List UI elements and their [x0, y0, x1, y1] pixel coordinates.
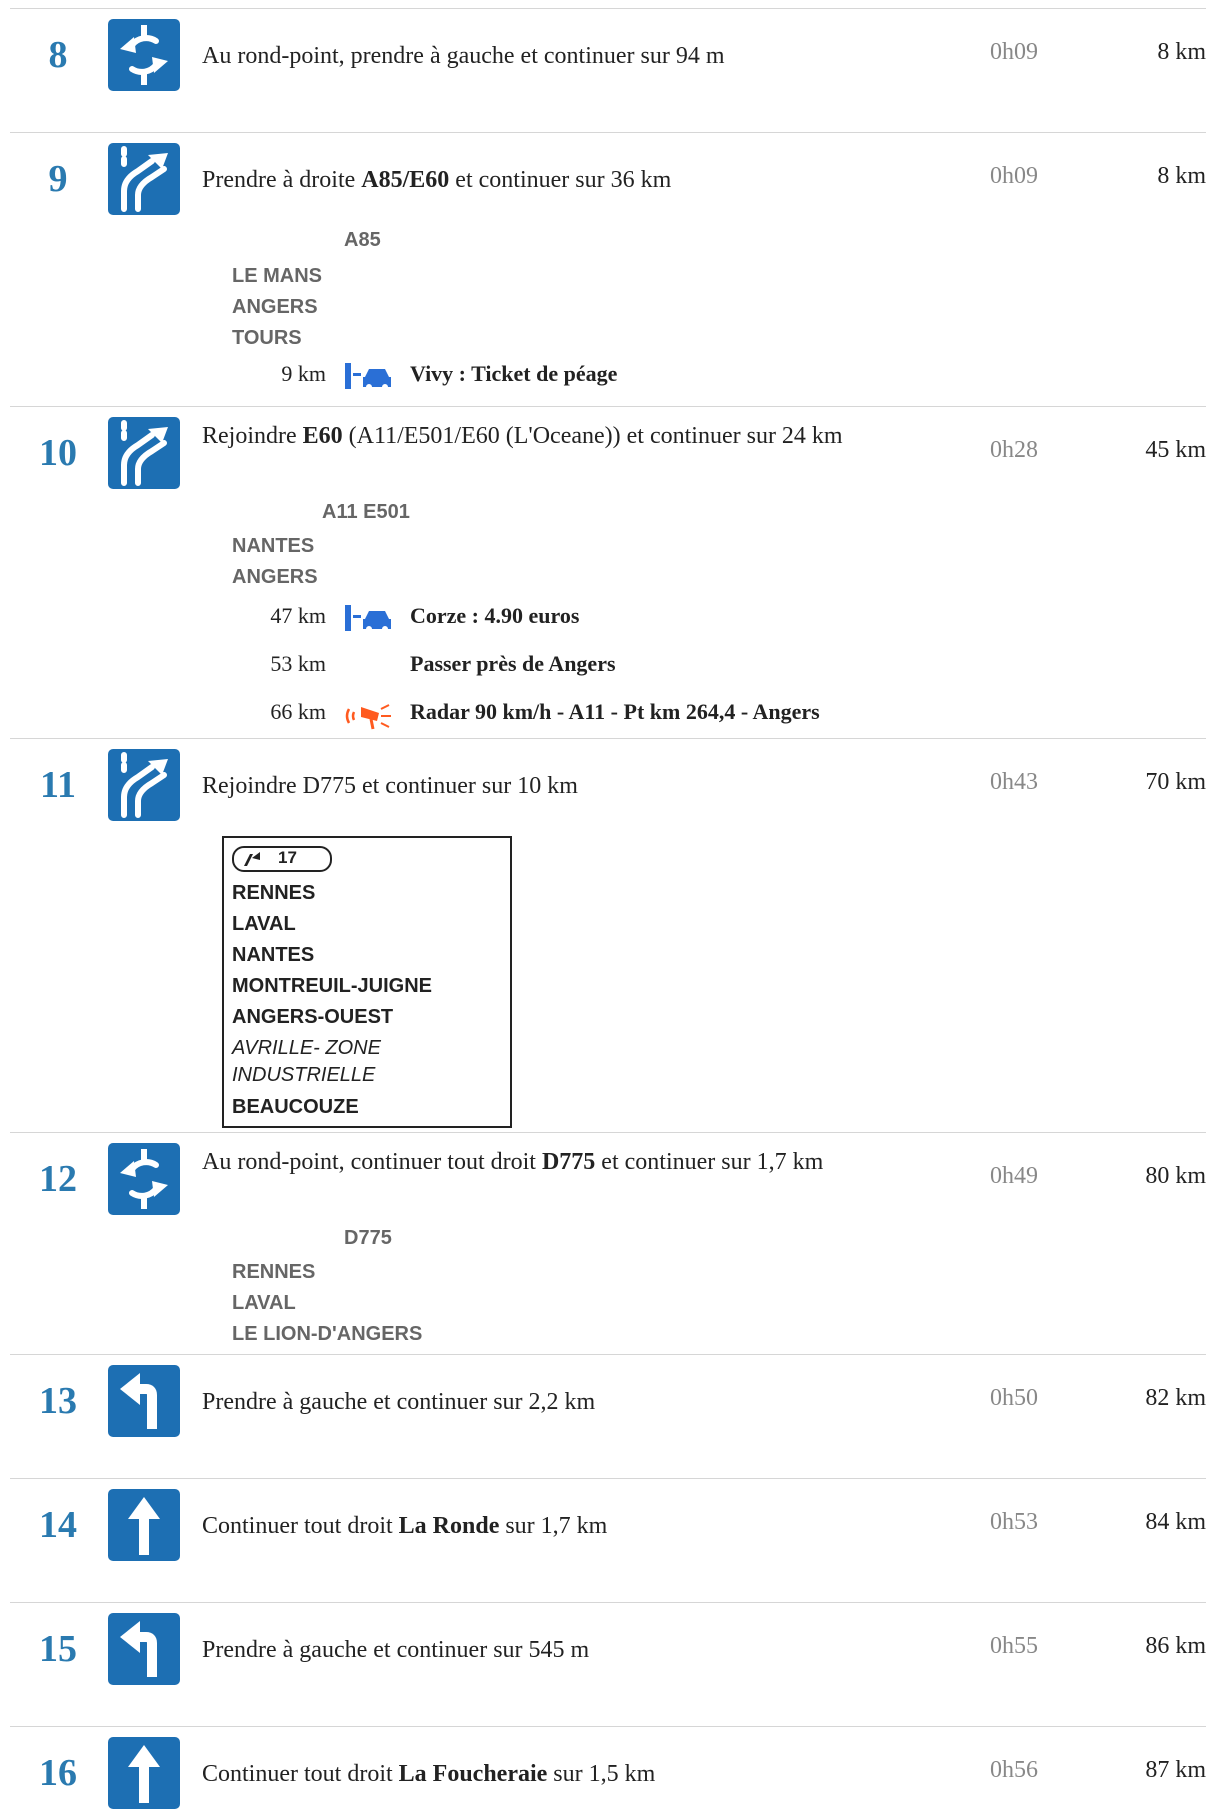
step-number: 13	[39, 1380, 77, 1422]
waypoint-text: Vivy : Ticket de péage	[410, 361, 618, 386]
roundabout-icon	[108, 1143, 180, 1215]
step-number: 15	[39, 1628, 77, 1670]
sign-destination: AVRILLE- ZONE	[232, 1037, 381, 1059]
turn-left-icon	[108, 1365, 180, 1437]
step-row: 10 Rejoindre E60 (A11/E501/E60 (L'Oceane…	[10, 406, 1206, 739]
step-instruction: Prendre à gauche et continuer sur 2,2 km	[202, 1389, 596, 1415]
step-number: 8	[48, 34, 68, 76]
sign-destination: ANGERS-OUEST	[232, 1006, 394, 1028]
step-instruction: Continuer tout droit La Ronde sur 1,7 km	[202, 1513, 608, 1539]
waypoint-km: 53 km	[270, 651, 326, 676]
step-instruction: Rejoindre E60 (A11/E501/E60 (L'Oceane)) …	[202, 423, 843, 449]
toll-icon	[343, 361, 397, 397]
step-time: 0h28	[990, 437, 1038, 463]
step-distance: 45 km	[1145, 437, 1206, 463]
waypoint-text: Radar 90 km/h - A11 - Pt km 264,4 - Ange…	[410, 699, 820, 724]
exit-number: 17	[278, 848, 297, 867]
step-time: 0h09	[990, 39, 1038, 65]
step-distance: 8 km	[1157, 163, 1206, 189]
step-distance: 84 km	[1145, 1509, 1206, 1535]
step-number: 12	[39, 1158, 77, 1200]
step-time: 0h49	[990, 1163, 1038, 1189]
step-row: 14 Continuer tout droit La Ronde sur 1,7…	[10, 1478, 1206, 1603]
sign-destination: INDUSTRIELLE	[232, 1064, 376, 1086]
step-instruction: Continuer tout droit La Foucheraie sur 1…	[202, 1761, 656, 1787]
roundabout-icon	[108, 19, 180, 91]
step-time: 0h56	[990, 1757, 1038, 1783]
step-row: 12 Au rond-point, continuer tout droit D…	[10, 1132, 1206, 1355]
step-instruction: Au rond-point, prendre à gauche et conti…	[202, 43, 725, 69]
step-instruction: Rejoindre D775 et continuer sur 10 km	[202, 773, 578, 799]
step-time: 0h50	[990, 1385, 1038, 1411]
step-instruction: Prendre à gauche et continuer sur 545 m	[202, 1637, 590, 1663]
step-time: 0h43	[990, 769, 1038, 795]
sign-destination: TOURS	[232, 327, 302, 349]
step-number: 16	[39, 1752, 77, 1794]
keep-right-icon	[108, 749, 180, 821]
exit-number-badge: 17	[232, 846, 332, 872]
exit-sign: 17 RENNES LAVAL NANTES MONTREUIL-JUIGNE …	[222, 836, 512, 1128]
sign-destination: LE LION-D'ANGERS	[232, 1323, 423, 1345]
sign-road: D775	[344, 1227, 392, 1249]
waypoint-km: 47 km	[270, 603, 326, 628]
sign-destination: NANTES	[232, 535, 315, 557]
straight-arrow-icon	[108, 1489, 180, 1561]
step-number: 10	[39, 432, 77, 474]
step-number: 14	[39, 1504, 77, 1546]
step-time: 0h53	[990, 1509, 1038, 1535]
waypoint-km: 66 km	[270, 699, 326, 724]
sign-destination: ANGERS	[232, 296, 318, 318]
step-number: 9	[48, 158, 68, 200]
step-instruction: Prendre à droite A85/E60 et continuer su…	[202, 167, 672, 193]
sign-destination: LAVAL	[232, 913, 296, 935]
step-distance: 82 km	[1145, 1385, 1206, 1411]
keep-right-icon	[108, 417, 180, 489]
waypoint-text: Passer près de Angers	[410, 651, 616, 676]
sign-destination: MONTREUIL-JUIGNE	[232, 975, 432, 997]
step-row: 15 Prendre à gauche et continuer sur 545…	[10, 1602, 1206, 1727]
exit-icon	[244, 852, 260, 866]
step-time: 0h09	[990, 163, 1038, 189]
step-distance: 87 km	[1145, 1757, 1206, 1783]
waypoint-text: Corze : 4.90 euros	[410, 603, 580, 628]
step-row: 16 Continuer tout droit La Foucheraie su…	[10, 1726, 1206, 1809]
sign-destination: LAVAL	[232, 1292, 296, 1314]
sign-destination: NANTES	[232, 944, 315, 966]
sign-destination: ANGERS	[232, 566, 318, 588]
step-row: 9 Prendre à droite A85/E60 et continuer …	[10, 132, 1206, 407]
waypoint-km: 9 km	[281, 361, 326, 386]
sign-destination: RENNES	[232, 882, 316, 904]
step-row: 11 Rejoindre D775 et continuer sur 10 km…	[10, 738, 1206, 1133]
turn-left-icon	[108, 1613, 180, 1685]
step-row: 8 Au rond-point, prendre à gauche et con…	[10, 8, 1206, 133]
step-number: 11	[40, 764, 76, 806]
sign-destination: LE MANS	[232, 265, 322, 287]
step-time: 0h55	[990, 1633, 1038, 1659]
step-instruction: Au rond-point, continuer tout droit D775…	[202, 1149, 824, 1175]
step-distance: 70 km	[1145, 769, 1206, 795]
step-row: 13 Prendre à gauche et continuer sur 2,2…	[10, 1354, 1206, 1479]
sign-road: A85	[344, 229, 381, 251]
sign-destination: BEAUCOUZE	[232, 1096, 359, 1118]
sign-road: A11 E501	[322, 501, 410, 523]
toll-icon	[343, 603, 397, 639]
step-distance: 86 km	[1145, 1633, 1206, 1659]
speed-camera-icon	[343, 699, 397, 739]
step-distance: 80 km	[1145, 1163, 1206, 1189]
keep-right-icon	[108, 143, 180, 215]
straight-arrow-icon	[108, 1737, 180, 1809]
sign-destination: RENNES	[232, 1261, 316, 1283]
step-distance: 8 km	[1157, 39, 1206, 65]
